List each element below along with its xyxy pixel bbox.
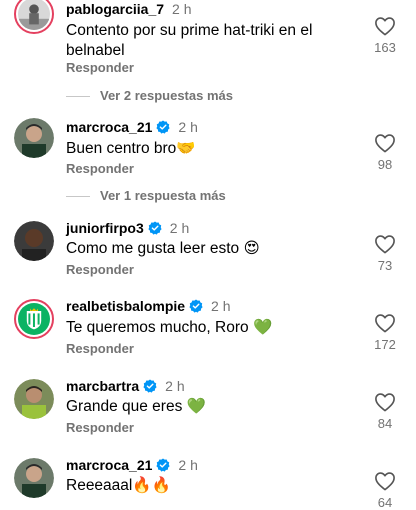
comment-text: Reeeaaal🔥🔥 [66,477,171,494]
like-button[interactable]: 84 [368,392,402,431]
timestamp: 2 h [178,457,198,473]
avatar-photo-icon [18,0,50,30]
like-count: 98 [377,157,393,172]
verified-badge-icon [156,458,170,472]
betis-crest-icon [18,303,50,335]
heart-icon [375,134,395,153]
comment-text: Como me gusta leer esto 😍 [66,240,260,257]
reply-button[interactable]: Responder [66,420,134,435]
avatar-photo-icon [14,458,54,498]
timestamp: 2 h [178,119,198,135]
timestamp: 2 h [165,378,185,394]
like-count: 172 [374,337,396,352]
avatar-photo-icon [14,379,54,419]
username[interactable]: realbetisbalompie [66,298,185,314]
like-count: 84 [377,416,393,431]
verified-badge-icon [148,221,162,235]
heart-icon [375,314,395,333]
verified-badge-icon [156,120,170,134]
comment-text: Contento por su prime hat-triki en el be… [66,22,313,59]
reply-thread-line [66,196,90,198]
comment-text: Te queremos mucho, Roro 💚 [66,319,273,336]
timestamp: 2 h [169,220,190,236]
avatar[interactable] [14,0,54,34]
heart-icon [375,235,395,254]
reply-button[interactable]: Responder [66,341,134,356]
reply-button[interactable]: Responder [66,262,134,277]
verified-badge-icon [143,379,157,393]
avatar[interactable] [14,379,54,419]
avatar[interactable] [14,118,54,158]
heart-icon [375,472,395,491]
view-more-replies-label: Ver 2 respuestas más [100,88,233,103]
like-button[interactable]: 64 [368,471,402,510]
timestamp: 2 h [211,298,231,314]
username[interactable]: marcroca_21 [66,457,152,473]
avatar[interactable] [14,458,54,498]
heart-icon [375,393,395,412]
like-button[interactable]: 73 [368,234,402,273]
view-more-replies[interactable]: Ver 1 respuesta más [66,188,226,203]
username[interactable]: marcroca_21 [66,119,152,135]
like-button[interactable]: 163 [368,16,402,55]
username[interactable]: pablogarciia_7 [66,1,164,17]
username[interactable]: juniorfirpo3 [66,220,144,236]
verified-badge-icon [189,299,203,313]
like-button[interactable]: 172 [368,313,402,352]
avatar-photo-icon [14,221,54,261]
reply-button[interactable]: Responder [66,161,134,176]
avatar[interactable] [14,299,54,339]
view-more-replies-label: Ver 1 respuesta más [100,188,226,203]
comment-text: Grande que eres 💚 [66,398,206,415]
like-button[interactable]: 98 [368,133,402,172]
like-count: 64 [377,495,393,510]
avatar-photo-icon [14,118,54,158]
like-count: 73 [377,258,393,273]
reply-thread-line [66,96,90,98]
avatar[interactable] [14,221,54,261]
comment-text: Buen centro bro🤝 [66,140,196,157]
reply-button[interactable]: Responder [66,60,134,75]
username[interactable]: marcbartra [66,378,139,394]
timestamp: 2 h [172,1,192,17]
heart-icon [375,17,395,36]
like-count: 163 [374,40,396,55]
view-more-replies[interactable]: Ver 2 respuestas más [66,88,233,103]
